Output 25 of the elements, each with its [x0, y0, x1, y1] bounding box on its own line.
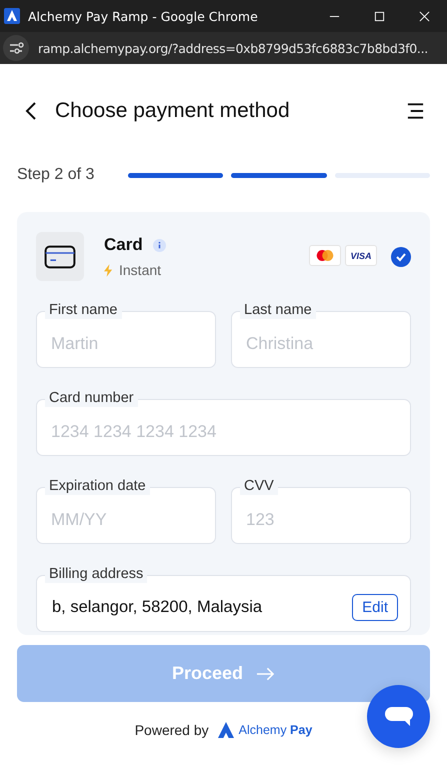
card-icon [36, 232, 84, 281]
speed-label: Instant [119, 262, 162, 278]
info-icon[interactable] [152, 238, 166, 252]
visa-logo: VISA [345, 245, 377, 266]
brand-name: Alchemy Pay [238, 723, 312, 737]
arrow-right-icon [256, 666, 276, 680]
app-logo-icon [4, 8, 20, 24]
edit-button[interactable]: Edit [352, 594, 398, 621]
step-label: Step 2 of 3 [17, 166, 96, 184]
lightning-icon [104, 264, 113, 276]
field-value: b, selangor, 58200, Malaysia [52, 598, 262, 617]
maximize-icon[interactable] [374, 10, 385, 22]
menu-icon[interactable] [406, 102, 425, 120]
mastercard-logo-icon [309, 245, 341, 266]
field-label: Billing address [45, 565, 148, 583]
selected-check-icon[interactable] [391, 247, 411, 267]
alchemy-logo-icon [216, 722, 235, 738]
page-title: Choose payment method [55, 99, 291, 123]
close-icon[interactable] [419, 10, 430, 22]
site-settings-icon[interactable] [3, 35, 29, 61]
powered-by-label: Powered by [134, 722, 209, 738]
method-name: Card [104, 235, 143, 255]
back-icon[interactable] [25, 101, 37, 121]
chat-bubble-icon [384, 704, 414, 728]
window-title: Alchemy Pay Ramp - Google Chrome [28, 8, 259, 24]
